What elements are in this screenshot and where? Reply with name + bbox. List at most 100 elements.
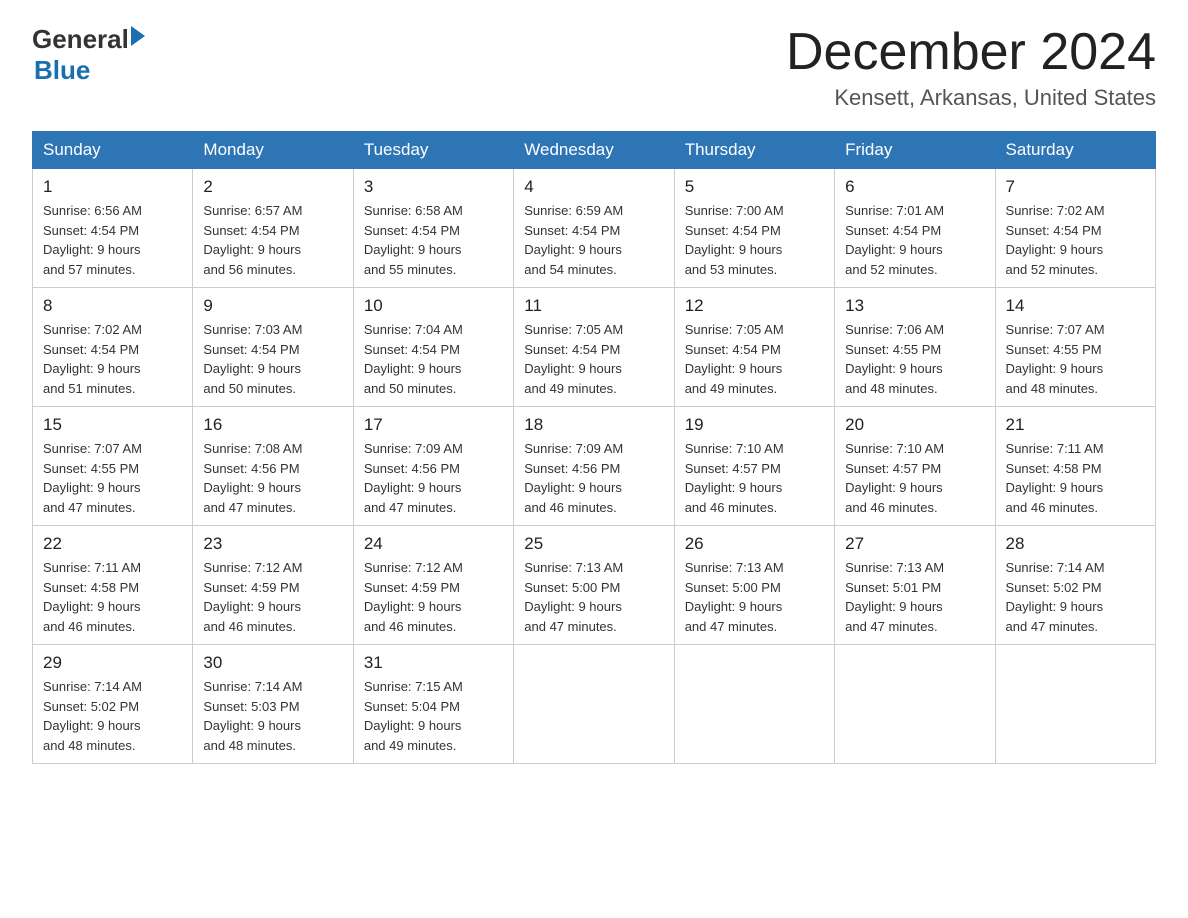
calendar-cell: 20 Sunrise: 7:10 AMSunset: 4:57 PMDayligh… xyxy=(835,407,995,526)
calendar-cell: 8 Sunrise: 7:02 AMSunset: 4:54 PMDaylight… xyxy=(33,288,193,407)
calendar-cell: 31 Sunrise: 7:15 AMSunset: 5:04 PMDayligh… xyxy=(353,645,513,764)
calendar-week-row: 1 Sunrise: 6:56 AMSunset: 4:54 PMDaylight… xyxy=(33,169,1156,288)
calendar-cell: 30 Sunrise: 7:14 AMSunset: 5:03 PMDayligh… xyxy=(193,645,353,764)
day-number: 19 xyxy=(685,415,824,435)
weekday-header-sunday: Sunday xyxy=(33,132,193,169)
day-info: Sunrise: 7:13 AMSunset: 5:00 PMDaylight:… xyxy=(524,558,663,636)
day-number: 15 xyxy=(43,415,182,435)
day-info: Sunrise: 7:07 AMSunset: 4:55 PMDaylight:… xyxy=(1006,320,1145,398)
day-number: 16 xyxy=(203,415,342,435)
day-number: 27 xyxy=(845,534,984,554)
day-number: 30 xyxy=(203,653,342,673)
day-info: Sunrise: 7:07 AMSunset: 4:55 PMDaylight:… xyxy=(43,439,182,517)
calendar-cell: 18 Sunrise: 7:09 AMSunset: 4:56 PMDayligh… xyxy=(514,407,674,526)
calendar-cell: 22Sunrise: 7:11 AMSunset: 4:58 PMDayligh… xyxy=(33,526,193,645)
day-info: Sunrise: 7:08 AMSunset: 4:56 PMDaylight:… xyxy=(203,439,342,517)
calendar-cell: 14 Sunrise: 7:07 AMSunset: 4:55 PMDayligh… xyxy=(995,288,1155,407)
calendar-week-row: 8 Sunrise: 7:02 AMSunset: 4:54 PMDaylight… xyxy=(33,288,1156,407)
day-info: Sunrise: 7:14 AMSunset: 5:03 PMDaylight:… xyxy=(203,677,342,755)
calendar-cell xyxy=(514,645,674,764)
calendar-cell: 25 Sunrise: 7:13 AMSunset: 5:00 PMDayligh… xyxy=(514,526,674,645)
calendar-cell: 19 Sunrise: 7:10 AMSunset: 4:57 PMDayligh… xyxy=(674,407,834,526)
calendar-week-row: 22Sunrise: 7:11 AMSunset: 4:58 PMDayligh… xyxy=(33,526,1156,645)
day-info: Sunrise: 7:05 AMSunset: 4:54 PMDaylight:… xyxy=(685,320,824,398)
logo-arrow-icon xyxy=(131,26,145,46)
day-info: Sunrise: 7:13 AMSunset: 5:01 PMDaylight:… xyxy=(845,558,984,636)
weekday-header-wednesday: Wednesday xyxy=(514,132,674,169)
day-number: 22 xyxy=(43,534,182,554)
calendar-table: SundayMondayTuesdayWednesdayThursdayFrid… xyxy=(32,131,1156,764)
day-info: Sunrise: 7:14 AMSunset: 5:02 PMDaylight:… xyxy=(1006,558,1145,636)
weekday-header-thursday: Thursday xyxy=(674,132,834,169)
calendar-cell xyxy=(995,645,1155,764)
day-info: Sunrise: 7:03 AMSunset: 4:54 PMDaylight:… xyxy=(203,320,342,398)
calendar-cell: 9 Sunrise: 7:03 AMSunset: 4:54 PMDaylight… xyxy=(193,288,353,407)
calendar-cell: 11 Sunrise: 7:05 AMSunset: 4:54 PMDayligh… xyxy=(514,288,674,407)
day-info: Sunrise: 7:13 AMSunset: 5:00 PMDaylight:… xyxy=(685,558,824,636)
day-number: 21 xyxy=(1006,415,1145,435)
day-info: Sunrise: 7:02 AMSunset: 4:54 PMDaylight:… xyxy=(43,320,182,398)
day-number: 31 xyxy=(364,653,503,673)
day-number: 28 xyxy=(1006,534,1145,554)
calendar-cell: 24 Sunrise: 7:12 AMSunset: 4:59 PMDayligh… xyxy=(353,526,513,645)
day-info: Sunrise: 7:05 AMSunset: 4:54 PMDaylight:… xyxy=(524,320,663,398)
calendar-cell: 21 Sunrise: 7:11 AMSunset: 4:58 PMDayligh… xyxy=(995,407,1155,526)
weekday-header-saturday: Saturday xyxy=(995,132,1155,169)
day-number: 26 xyxy=(685,534,824,554)
day-info: Sunrise: 7:00 AMSunset: 4:54 PMDaylight:… xyxy=(685,201,824,279)
calendar-cell xyxy=(835,645,995,764)
calendar-week-row: 29Sunrise: 7:14 AMSunset: 5:02 PMDayligh… xyxy=(33,645,1156,764)
calendar-cell: 23Sunrise: 7:12 AMSunset: 4:59 PMDayligh… xyxy=(193,526,353,645)
day-number: 1 xyxy=(43,177,182,197)
day-info: Sunrise: 6:56 AMSunset: 4:54 PMDaylight:… xyxy=(43,201,182,279)
location-title: Kensett, Arkansas, United States xyxy=(786,85,1156,111)
day-info: Sunrise: 7:09 AMSunset: 4:56 PMDaylight:… xyxy=(524,439,663,517)
weekday-header-tuesday: Tuesday xyxy=(353,132,513,169)
day-number: 12 xyxy=(685,296,824,316)
weekday-header-monday: Monday xyxy=(193,132,353,169)
day-info: Sunrise: 6:57 AMSunset: 4:54 PMDaylight:… xyxy=(203,201,342,279)
day-number: 10 xyxy=(364,296,503,316)
day-number: 8 xyxy=(43,296,182,316)
day-info: Sunrise: 7:04 AMSunset: 4:54 PMDaylight:… xyxy=(364,320,503,398)
day-info: Sunrise: 7:12 AMSunset: 4:59 PMDaylight:… xyxy=(364,558,503,636)
month-title: December 2024 xyxy=(786,24,1156,81)
logo-blue-text: Blue xyxy=(34,55,145,86)
logo-general-text: General xyxy=(32,24,129,55)
calendar-week-row: 15 Sunrise: 7:07 AMSunset: 4:55 PMDayligh… xyxy=(33,407,1156,526)
page-header: General Blue December 2024 Kensett, Arka… xyxy=(32,24,1156,111)
day-info: Sunrise: 7:15 AMSunset: 5:04 PMDaylight:… xyxy=(364,677,503,755)
weekday-header-friday: Friday xyxy=(835,132,995,169)
day-number: 13 xyxy=(845,296,984,316)
day-number: 9 xyxy=(203,296,342,316)
calendar-cell: 2 Sunrise: 6:57 AMSunset: 4:54 PMDaylight… xyxy=(193,169,353,288)
calendar-cell: 4Sunrise: 6:59 AMSunset: 4:54 PMDaylight… xyxy=(514,169,674,288)
day-number: 2 xyxy=(203,177,342,197)
calendar-cell: 28 Sunrise: 7:14 AMSunset: 5:02 PMDayligh… xyxy=(995,526,1155,645)
calendar-cell: 6Sunrise: 7:01 AMSunset: 4:54 PMDaylight… xyxy=(835,169,995,288)
day-number: 18 xyxy=(524,415,663,435)
day-number: 11 xyxy=(524,296,663,316)
day-info: Sunrise: 7:12 AMSunset: 4:59 PMDaylight:… xyxy=(203,558,342,636)
day-number: 6 xyxy=(845,177,984,197)
day-number: 14 xyxy=(1006,296,1145,316)
day-info: Sunrise: 6:59 AMSunset: 4:54 PMDaylight:… xyxy=(524,201,663,279)
calendar-cell: 3Sunrise: 6:58 AMSunset: 4:54 PMDaylight… xyxy=(353,169,513,288)
calendar-cell: 16 Sunrise: 7:08 AMSunset: 4:56 PMDayligh… xyxy=(193,407,353,526)
calendar-cell: 27 Sunrise: 7:13 AMSunset: 5:01 PMDayligh… xyxy=(835,526,995,645)
calendar-cell: 26 Sunrise: 7:13 AMSunset: 5:00 PMDayligh… xyxy=(674,526,834,645)
day-info: Sunrise: 7:11 AMSunset: 4:58 PMDaylight:… xyxy=(1006,439,1145,517)
day-number: 17 xyxy=(364,415,503,435)
day-info: Sunrise: 7:10 AMSunset: 4:57 PMDaylight:… xyxy=(845,439,984,517)
day-info: Sunrise: 7:09 AMSunset: 4:56 PMDaylight:… xyxy=(364,439,503,517)
day-number: 3 xyxy=(364,177,503,197)
day-info: Sunrise: 7:06 AMSunset: 4:55 PMDaylight:… xyxy=(845,320,984,398)
day-number: 24 xyxy=(364,534,503,554)
calendar-cell: 7Sunrise: 7:02 AMSunset: 4:54 PMDaylight… xyxy=(995,169,1155,288)
day-info: Sunrise: 7:02 AMSunset: 4:54 PMDaylight:… xyxy=(1006,201,1145,279)
calendar-cell: 10 Sunrise: 7:04 AMSunset: 4:54 PMDayligh… xyxy=(353,288,513,407)
day-info: Sunrise: 7:10 AMSunset: 4:57 PMDaylight:… xyxy=(685,439,824,517)
day-number: 20 xyxy=(845,415,984,435)
day-number: 5 xyxy=(685,177,824,197)
day-number: 25 xyxy=(524,534,663,554)
